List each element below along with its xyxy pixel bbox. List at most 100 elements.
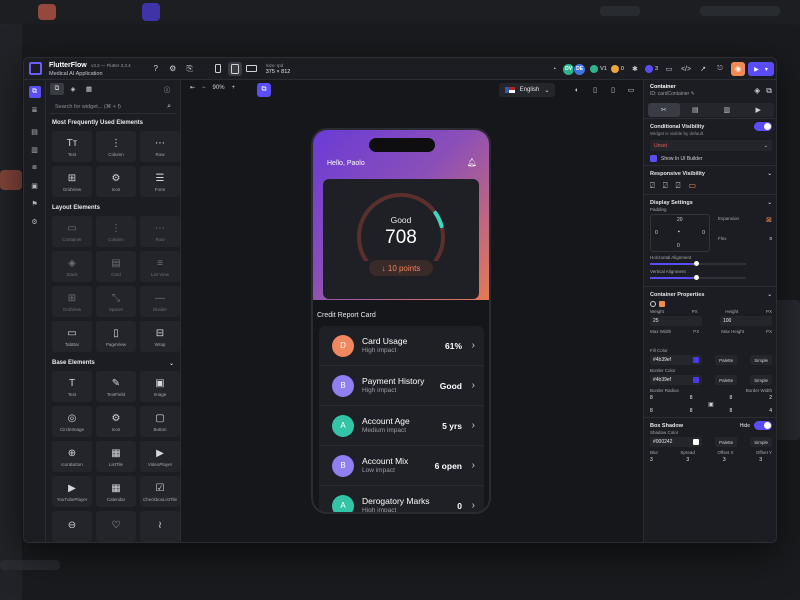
padding-bottom-value[interactable]: 0 [677, 243, 680, 249]
storyboard-icon[interactable]: ▤ [29, 126, 41, 138]
comment-count[interactable]: 3 [644, 65, 658, 73]
list-item[interactable]: B Account Mix Low impact 6 open › [319, 446, 484, 486]
unset-select[interactable]: Unset ⌄ [650, 140, 772, 151]
hide-desktop-icon[interactable]: ▭ [688, 181, 696, 191]
widget-tile[interactable]: ⊖ [52, 511, 92, 542]
widget-tile[interactable]: ⋯ Row [140, 131, 180, 162]
widget-tile[interactable]: ⚙ Icon [96, 406, 136, 437]
widget-tile[interactable]: ☑ CheckboxListTile [140, 476, 180, 507]
width-bottom-right[interactable]: 4 [769, 408, 772, 414]
lock-icon[interactable]: ▣ [650, 401, 772, 408]
border-color-input[interactable]: #4b39ef [650, 375, 702, 385]
widget-tile[interactable]: ⋮ Column [96, 216, 136, 247]
circle-shape-icon[interactable] [650, 301, 656, 307]
collab-icon[interactable]: ◔ [548, 63, 560, 75]
layers-icon[interactable]: ≣ [29, 104, 41, 116]
list-item[interactable]: A Derogatory Marks High impact 0 › [319, 486, 484, 512]
widget-tile[interactable]: ▦ ListTile [96, 441, 136, 472]
padding-top-value[interactable]: 20 [677, 217, 683, 223]
credit-score-card[interactable]: Good 708 ↓ 10 points [323, 179, 479, 299]
zoom-out-icon[interactable]: − [202, 85, 206, 91]
widget-section-header[interactable]: Most Frequently Used Elements [46, 117, 180, 129]
widget-tile[interactable]: ⊞ GridView [52, 286, 92, 317]
rectangle-shape-icon[interactable] [659, 301, 665, 307]
bell-icon[interactable]: 🔔︎ [467, 158, 477, 167]
theme-icon[interactable]: ◈ [754, 86, 760, 96]
tab-actions-icon[interactable]: ▥ [711, 103, 743, 117]
widget-tile[interactable]: ▣ Image [140, 371, 180, 402]
shadow-color-input[interactable]: #000242 [650, 437, 702, 447]
vertical-alignment-slider[interactable] [650, 275, 746, 280]
help-icon[interactable]: ? [150, 63, 162, 75]
widget-search-input[interactable]: Search for widget... (⌘ + f) ⌕ [50, 100, 176, 114]
offset-x-value[interactable]: 3 [723, 457, 726, 463]
border-color-swatch[interactable] [693, 377, 699, 383]
widget-tile[interactable]: ⊟ Wrap [140, 321, 180, 352]
chevron-down-icon[interactable]: ⌄ [767, 171, 772, 177]
share-icon[interactable]: ⎋ [714, 63, 726, 75]
list-item[interactable]: A Account Age Medium impact 5 yrs › [319, 406, 484, 446]
widget-tree-icon[interactable]: ⧉ [28, 86, 41, 98]
widget-tile[interactable]: ▭ Container [52, 216, 92, 247]
zoom-level[interactable]: 90% [213, 85, 225, 91]
offset-y-value[interactable]: 3 [759, 457, 762, 463]
project-title[interactable]: FlutterFlow v3.2 — Flutter 3.3.4 Medical… [49, 59, 131, 78]
chat-icon[interactable]: ▭ [663, 63, 675, 75]
widget-tile[interactable]: ⤡ Spacer [96, 286, 136, 317]
portrait-icon[interactable]: ▯ [606, 83, 620, 97]
list-item[interactable]: D Card Usage High impact 61% › [319, 326, 484, 366]
fill-color-swatch[interactable] [693, 357, 699, 363]
tab-components-icon[interactable]: ▦ [82, 83, 96, 95]
chevron-down-icon[interactable]: ⌄ [169, 360, 174, 367]
lock-icon[interactable]: ▪ [678, 229, 680, 235]
padding-left-value[interactable]: 0 [655, 230, 658, 236]
hide-tablet-landscape-icon[interactable]: ⍁ [676, 181, 681, 191]
widget-tile[interactable]: ▯ PageView [96, 321, 136, 352]
fill-color-input[interactable]: #4b39ef [650, 355, 702, 365]
open-external-icon[interactable]: ↗ [697, 63, 709, 75]
tab-properties-icon[interactable]: ✂ [648, 103, 680, 117]
radius-bottom-right[interactable]: 8 [690, 408, 693, 414]
shadow-palette-button[interactable]: Palette [715, 437, 738, 447]
run-button[interactable]: ▶ ▾ [748, 62, 774, 76]
warning-count[interactable]: 0 [610, 65, 624, 73]
widget-tile[interactable]: ☰ Form [140, 166, 180, 197]
collapse-icon[interactable]: ⇤ [190, 84, 195, 91]
widget-tile[interactable]: ▶ YouTubePlayer [52, 476, 92, 507]
box-shadow-toggle[interactable] [754, 421, 772, 430]
fill-simple-button[interactable]: Simple [750, 355, 772, 365]
settings-icon[interactable]: ⚙ [29, 216, 41, 228]
width-top-right[interactable]: 2 [769, 395, 772, 401]
fill-palette-button[interactable]: Palette [715, 355, 738, 365]
widget-tile[interactable]: ▦ Calendar [96, 476, 136, 507]
widget-tile[interactable]: ≡ List View [140, 251, 180, 282]
widget-tile[interactable]: ⋯ Row [140, 216, 180, 247]
flex-value[interactable]: 0 [769, 236, 772, 241]
zoom-in-icon[interactable]: + [232, 85, 236, 91]
radius-bottom-left[interactable]: 8 [650, 408, 653, 414]
shadow-simple-button[interactable]: Simple [750, 437, 772, 447]
padding-right-value[interactable]: 0 [702, 230, 705, 236]
bug-icon[interactable]: ✱ [629, 63, 641, 75]
widget-tile[interactable]: ▶ VideoPlayer [140, 441, 180, 472]
conditional-visibility-toggle[interactable] [754, 122, 772, 131]
widget-tile[interactable]: ≀ [140, 511, 180, 542]
widget-tile[interactable]: Tт Text [52, 131, 92, 162]
widget-tile[interactable]: ♡ [96, 511, 136, 542]
hide-phone-icon[interactable]: ⍁ [650, 181, 655, 191]
radius-top-right[interactable]: 8 [690, 395, 693, 401]
tab-templates-icon[interactable]: ◈ [66, 83, 80, 95]
weight-input[interactable]: 25 [650, 316, 702, 326]
select-mode-button[interactable]: ⧉ [257, 83, 271, 97]
expansion-icon[interactable]: ⊠ [766, 216, 772, 224]
widget-tile[interactable]: T Text [52, 371, 92, 402]
tab-backend-icon[interactable]: ▤ [680, 103, 712, 117]
tab-animations-icon[interactable]: ▶ [743, 103, 775, 117]
radius-top-left[interactable]: 8 [650, 395, 653, 401]
padding-editor[interactable]: 20 0 0 0 ▪ [650, 214, 710, 252]
device-phone-small-button[interactable] [211, 62, 225, 76]
device-tablet-button[interactable] [227, 61, 242, 76]
version-badge[interactable]: V1 [590, 65, 607, 73]
width-bottom-left[interactable]: 8 [729, 408, 732, 414]
media-icon[interactable]: ▣ [29, 180, 41, 192]
